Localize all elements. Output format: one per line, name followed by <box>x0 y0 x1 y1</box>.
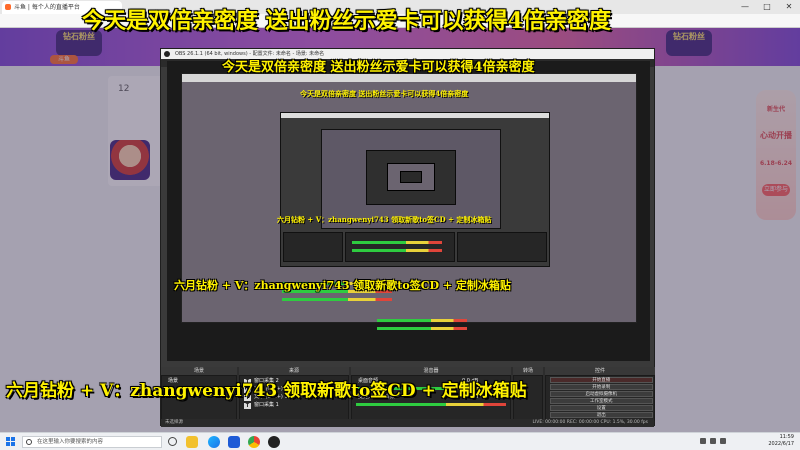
top-caption: 今天是双倍亲密度 送出粉丝示爱卡可以获得4倍亲密度 <box>82 8 611 34</box>
tray-network-icon[interactable] <box>700 438 706 444</box>
file-explorer-icon[interactable] <box>186 436 198 448</box>
close-button[interactable]: ✕ <box>778 0 800 14</box>
nested-preview-2 <box>280 112 550 267</box>
tray-clock[interactable]: 11:59 2022/6/17 <box>768 434 794 448</box>
nested-mixer-meter-3 <box>282 298 392 301</box>
nested-preview-3 <box>321 129 501 229</box>
text-source-icon: T <box>244 403 251 409</box>
sources-dock-header: 来源 <box>239 367 349 375</box>
obs-statusbar: 未选择源 LIVE: 00:00:00 REC: 00:00:00 CPU: 1… <box>161 419 654 427</box>
transitions-dock-header: 转场 <box>513 367 543 375</box>
taskbar-search[interactable]: 在这里输入你要搜索的内容 <box>22 436 162 448</box>
nested-titlebar <box>182 74 636 82</box>
search-icon <box>26 439 32 445</box>
douyu-favicon-icon <box>5 4 11 10</box>
clock-date: 2022/6/17 <box>768 441 794 447</box>
settings-button[interactable]: 设置 <box>550 405 653 411</box>
obs-preview[interactable] <box>167 61 650 361</box>
start-streaming-button[interactable]: 开始直播 <box>550 377 653 383</box>
taskbar-search-placeholder: 在这里输入你要搜索的内容 <box>37 439 104 445</box>
promo-caption: 六月钻粉 + V：zhangwenyi743 领取新歌to签CD + 定制冰箱贴 <box>6 381 527 401</box>
virtual-camera-button[interactable]: 启动虚拟摄像机 <box>550 391 653 397</box>
obs-window[interactable]: OBS 26.1.1 (64 bit, windows) - 配置文件: 未命名… <box>160 48 655 427</box>
windows-start-icon[interactable] <box>6 437 16 447</box>
studio-mode-button[interactable]: 工作室模式 <box>550 398 653 404</box>
mic-audio-meter <box>356 403 506 406</box>
controls-dock: 开始直播 开始录制 启动虚拟摄像机 工作室模式 设置 退出 <box>545 375 655 421</box>
source-label: 窗口采集 1 <box>254 402 279 408</box>
start-recording-button[interactable]: 开始录制 <box>550 384 653 390</box>
nested-preview-4 <box>366 150 456 205</box>
nested-titlebar-2 <box>281 113 549 118</box>
browser-tab-title: 斗鱼 | 每个人的直播平台 <box>14 4 80 11</box>
scenes-dock-header: 场景 <box>161 367 237 375</box>
tray-volume-icon[interactable] <box>710 438 716 444</box>
controls-dock-header: 控件 <box>545 367 655 375</box>
edge-icon[interactable] <box>208 436 220 448</box>
maximize-button[interactable]: □ <box>756 0 778 14</box>
source-item[interactable]: T 窗口采集 1 <box>244 402 364 409</box>
preview-source-label: 未选择源 <box>165 420 183 425</box>
preview-mixer-meter-1 <box>377 319 467 322</box>
nested-dock-sources <box>283 232 343 262</box>
nested-dock-mixer <box>345 232 455 262</box>
clock-time: 11:59 <box>779 434 794 440</box>
exit-button[interactable]: 退出 <box>550 412 653 418</box>
nested-dock-controls <box>457 232 547 262</box>
obs-taskbar-icon[interactable] <box>268 436 280 448</box>
minimize-button[interactable]: — <box>734 0 756 14</box>
app-icon-blue[interactable] <box>228 436 240 448</box>
mixer-dock-header: 混音器 <box>351 367 511 375</box>
chrome-icon[interactable] <box>248 436 260 448</box>
taskbar: 在这里输入你要搜索的内容 11:59 2022/6/17 <box>0 432 800 450</box>
obs-status-text: LIVE: 00:00:00 REC: 00:00:00 CPU: 1.5%, … <box>532 420 648 425</box>
nested-promo-caption: 六月钻粉 + V：zhangwenyi743 领取新歌to签CD + 定制冰箱贴 <box>174 279 511 292</box>
tray-ime-icon[interactable] <box>720 438 726 444</box>
preview-mixer-meter-2 <box>377 327 467 330</box>
nested-preview-5 <box>387 163 435 191</box>
nested-top-caption: 今天是双倍亲密度 送出粉丝示爱卡可以获得4倍亲密度 <box>222 60 535 75</box>
nested-promo-caption-small: 六月钻粉 + V：zhangwenyi743 领取新歌to签CD + 定制冰箱贴 <box>277 215 492 224</box>
screen: 斗鱼 | 每个人的直播平台 — □ ✕ 钻石粉丝 钻石粉丝 斗鱼 12 新生代 … <box>0 0 800 450</box>
task-view-icon[interactable] <box>168 437 177 446</box>
nested-preview-6 <box>400 171 422 183</box>
nested-top-caption-small: 今天是双倍亲密度 送出粉丝示爱卡可以获得4倍亲密度 <box>300 89 469 98</box>
obs-logo-icon <box>164 51 170 57</box>
